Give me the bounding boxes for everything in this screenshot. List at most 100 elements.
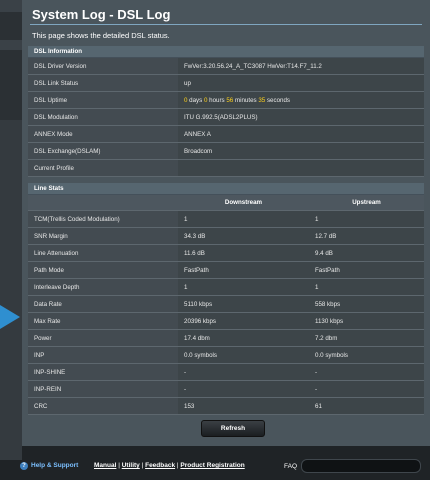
stats-label: TCM(Trellis Coded Modulation)	[28, 210, 178, 228]
help-support-link[interactable]: Help & Support	[31, 462, 78, 469]
upstream-value: 9.4 dB	[309, 244, 424, 262]
info-label: DSL Link Status	[28, 74, 178, 92]
stats-row: INP-SHINE - -	[28, 363, 424, 381]
uptime-unit: hours	[207, 96, 227, 104]
info-value: FwVer:3.20.56.24_A_TC3087 HwVer:T14.F7_1…	[178, 57, 425, 75]
refresh-button[interactable]: Refresh	[201, 420, 265, 437]
info-row: DSL Exchange(DSLAM) Broadcom	[28, 142, 425, 160]
footer-links: Manual | Utility | Feedback | Product Re…	[94, 462, 245, 469]
faq-label: FAQ	[284, 463, 298, 470]
info-row: DSL Link Status up	[28, 74, 425, 92]
column-header-downstream: Downstream	[178, 194, 309, 211]
stats-label: Power	[28, 329, 178, 347]
stats-label: CRC	[28, 397, 178, 415]
upstream-value: -	[309, 380, 424, 398]
stats-row: Data Rate 5110 kbps 558 kbps	[28, 295, 424, 313]
info-row: Current Profile	[28, 159, 425, 177]
stats-row: Power 17.4 dbm 7.2 dbm	[28, 329, 424, 347]
info-label: ANNEX Mode	[28, 125, 178, 143]
upstream-value: 7.2 dbm	[309, 329, 424, 347]
upstream-value: 558 kbps	[309, 295, 424, 313]
upstream-value: 0.0 symbols	[309, 346, 424, 364]
left-nav-strip	[0, 0, 22, 460]
info-value	[178, 159, 425, 177]
stats-row: Max Rate 20396 kbps 1130 kbps	[28, 312, 424, 330]
uptime-unit: minutes	[233, 96, 259, 104]
info-label: DSL Uptime	[28, 91, 178, 109]
stats-label: Path Mode	[28, 261, 178, 279]
stats-row: CRC 153 61	[28, 397, 424, 415]
info-row: DSL Driver Version FwVer:3.20.56.24_A_TC3…	[28, 57, 425, 75]
info-row: DSL Uptime 0 days 0 hours 56 minutes 35 s…	[28, 91, 425, 109]
downstream-value: 11.6 dB	[178, 244, 309, 262]
info-row: DSL Modulation ITU G.992.5(ADSL2PLUS)	[28, 108, 425, 126]
info-value: 0 days 0 hours 56 minutes 35 seconds	[178, 91, 425, 109]
stats-label: Interleave Depth	[28, 278, 178, 296]
uptime-unit: seconds	[265, 96, 290, 104]
upstream-value: 1130 kbps	[309, 312, 424, 330]
info-row: ANNEX Mode ANNEX A	[28, 125, 425, 143]
stats-label: Line Attenuation	[28, 244, 178, 262]
stats-row: TCM(Trellis Coded Modulation) 1 1	[28, 210, 424, 228]
column-header-upstream: Upstream	[309, 194, 424, 211]
info-label: DSL Modulation	[28, 108, 178, 126]
info-value: Broadcom	[178, 142, 425, 160]
downstream-value: 0.0 symbols	[178, 346, 309, 364]
stats-row: Path Mode FastPath FastPath	[28, 261, 424, 279]
left-nav-segment[interactable]	[0, 120, 22, 460]
uptime-unit: days	[187, 96, 204, 104]
page-description: This page shows the detailed DSL status.	[32, 31, 170, 40]
stats-label: INP	[28, 346, 178, 364]
stats-label: SNR Margin	[28, 227, 178, 245]
line-stats-table: Line Stats Downstream Upstream TCM(Trell…	[28, 183, 424, 415]
footer: ? Help & Support Manual | Utility | Feed…	[0, 455, 430, 480]
column-header-empty	[28, 194, 178, 211]
stats-row: Interleave Depth 1 1	[28, 278, 424, 296]
downstream-value: 34.3 dB	[178, 227, 309, 245]
left-nav-segment[interactable]	[0, 40, 22, 50]
downstream-value: 1	[178, 278, 309, 296]
title-divider	[30, 24, 422, 25]
downstream-value: 5110 kbps	[178, 295, 309, 313]
line-stats-header: Line Stats	[28, 183, 424, 195]
upstream-value: FastPath	[309, 261, 424, 279]
faq-search-input[interactable]	[301, 459, 421, 473]
section-header: Line Stats	[28, 183, 424, 195]
question-icon[interactable]: ?	[20, 462, 28, 470]
downstream-value: 153	[178, 397, 309, 415]
dsl-information-table: DSL Information DSL Driver Version FwVer:…	[28, 46, 425, 177]
dsl-info-header: DSL Information	[28, 46, 425, 58]
downstream-value: 1	[178, 210, 309, 228]
downstream-value: 20396 kbps	[178, 312, 309, 330]
downstream-value: -	[178, 380, 309, 398]
stats-label: Max Rate	[28, 312, 178, 330]
upstream-value: 12.7 dB	[309, 227, 424, 245]
manual-link[interactable]: Manual	[94, 462, 116, 469]
info-label: DSL Exchange(DSLAM)	[28, 142, 178, 160]
feedback-link[interactable]: Feedback	[145, 462, 175, 469]
section-header: DSL Information	[28, 46, 425, 58]
title-bar: System Log - DSL Log	[30, 4, 426, 26]
stats-row: INP-REIN - -	[28, 380, 424, 398]
stats-row: INP 0.0 symbols 0.0 symbols	[28, 346, 424, 364]
info-value: ANNEX A	[178, 125, 425, 143]
downstream-value: FastPath	[178, 261, 309, 279]
info-value: ITU G.992.5(ADSL2PLUS)	[178, 108, 425, 126]
info-value: up	[178, 74, 425, 92]
downstream-value: -	[178, 363, 309, 381]
stats-label: Data Rate	[28, 295, 178, 313]
stats-row: Line Attenuation 11.6 dB 9.4 dB	[28, 244, 424, 262]
stats-label: INP-SHINE	[28, 363, 178, 381]
info-label: DSL Driver Version	[28, 57, 178, 75]
product-registration-link[interactable]: Product Registration	[180, 462, 244, 469]
stats-label: INP-REIN	[28, 380, 178, 398]
active-menu-arrow-icon	[0, 305, 20, 329]
stats-row: SNR Margin 34.3 dB 12.7 dB	[28, 227, 424, 245]
main-panel: System Log - DSL Log This page shows the…	[22, 0, 430, 446]
utility-link[interactable]: Utility	[122, 462, 140, 469]
upstream-value: 1	[309, 278, 424, 296]
column-header-row: Downstream Upstream	[28, 194, 424, 211]
downstream-value: 17.4 dbm	[178, 329, 309, 347]
upstream-value: -	[309, 363, 424, 381]
left-nav-segment[interactable]	[0, 0, 22, 12]
